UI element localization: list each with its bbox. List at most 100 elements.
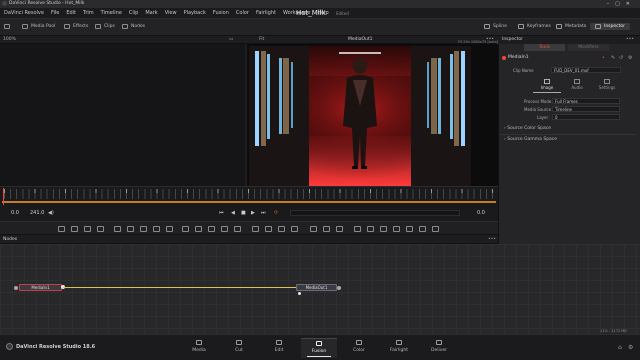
camera-3d-icon[interactable] xyxy=(393,226,400,232)
page-media[interactable]: Media xyxy=(181,338,217,358)
time-ruler[interactable] xyxy=(0,186,498,205)
menu-item-file[interactable]: File xyxy=(51,10,59,16)
menu-item-color[interactable]: Color xyxy=(236,10,249,16)
crop-tool-icon[interactable] xyxy=(234,226,241,232)
page-fusion[interactable]: Fusion xyxy=(301,338,337,358)
inspector-button[interactable]: Inspector xyxy=(590,23,630,30)
nodes-menu-icon[interactable]: ••• xyxy=(488,237,496,242)
section-source-color-space[interactable]: › Source Color Space xyxy=(504,126,551,131)
menu-item-playback[interactable]: Playback xyxy=(184,10,206,16)
page-cut[interactable]: Cut xyxy=(221,338,257,358)
menu-item-fusion[interactable]: Fusion xyxy=(213,10,229,16)
menu-item-davinci[interactable]: DaVinci Resolve xyxy=(4,10,44,16)
color-corrector-icon[interactable] xyxy=(140,226,147,232)
global-end-time[interactable]: 241.0 xyxy=(30,210,44,216)
ellipse-mask-icon[interactable] xyxy=(265,226,272,232)
media-source-select[interactable]: Timeline xyxy=(552,106,620,112)
viewer-options-icon[interactable]: ▭ xyxy=(229,37,233,42)
blur-tool-icon[interactable] xyxy=(127,226,134,232)
menu-item-fairlight[interactable]: Fairlight xyxy=(256,10,276,16)
left-viewer[interactable] xyxy=(0,36,245,186)
text-tool-icon[interactable] xyxy=(84,226,91,232)
inspector-menu-icon[interactable]: ••• xyxy=(626,37,634,42)
zoom-dropdown[interactable]: 100% xyxy=(3,37,16,42)
transform-tool-icon[interactable] xyxy=(195,226,202,232)
playhead[interactable] xyxy=(3,188,4,206)
page-deliver[interactable]: Deliver xyxy=(421,338,457,358)
node-connection[interactable] xyxy=(63,287,296,288)
background-tool-icon[interactable] xyxy=(58,226,65,232)
metadata-button[interactable]: Metadata xyxy=(556,24,586,29)
fit-dropdown[interactable]: Fit xyxy=(259,37,264,42)
media-pool-button[interactable]: Media Pool xyxy=(22,24,55,29)
nodes-button[interactable]: Nodes xyxy=(122,24,145,29)
menu-item-edit[interactable]: Edit xyxy=(66,10,76,16)
current-time[interactable]: 0.0 xyxy=(477,210,485,216)
merge-tool-icon[interactable] xyxy=(182,226,189,232)
render-3d-icon[interactable] xyxy=(419,226,426,232)
expand-button[interactable] xyxy=(4,24,10,29)
matte-tool-icon[interactable] xyxy=(221,226,228,232)
rectangle-mask-icon[interactable] xyxy=(252,226,259,232)
keyframes-button[interactable]: Keyframes xyxy=(518,24,551,29)
fbx-tool-icon[interactable] xyxy=(432,226,439,232)
clips-button[interactable]: Clips xyxy=(95,24,115,29)
3d-shape-icon[interactable] xyxy=(354,226,361,232)
brush-tool-icon[interactable] xyxy=(97,226,104,232)
media-in-input-port[interactable] xyxy=(14,286,18,290)
current-time-track[interactable] xyxy=(290,210,460,216)
menu-item-view[interactable]: View xyxy=(165,10,177,16)
loop-button[interactable]: ⟳ xyxy=(274,210,278,216)
3d-merge-icon[interactable] xyxy=(380,226,387,232)
window-controls[interactable]: –▢✕ xyxy=(607,1,636,7)
light-3d-icon[interactable] xyxy=(406,226,413,232)
effects-button[interactable]: Effects xyxy=(64,24,88,29)
polygon-mask-icon[interactable] xyxy=(278,226,285,232)
shape-tool-icon[interactable] xyxy=(336,226,343,232)
node-media-in[interactable]: MediaIn1 xyxy=(19,284,62,291)
tracker-tool-icon[interactable] xyxy=(310,226,317,232)
page-fairlight[interactable]: Fairlight xyxy=(381,338,417,358)
spline-button[interactable]: Spline xyxy=(484,24,507,29)
pin-icon[interactable]: ✎ xyxy=(611,55,615,61)
go-to-start-button[interactable]: ⏮ xyxy=(219,210,224,216)
media-out-input-port[interactable] xyxy=(298,292,301,295)
menu-item-mark[interactable]: Mark xyxy=(145,10,157,16)
process-mode-select[interactable]: Full Frames xyxy=(552,98,620,104)
media-out-output-port[interactable] xyxy=(337,286,341,290)
menu-item-clip[interactable]: Clip xyxy=(129,10,138,16)
key-tool-icon[interactable] xyxy=(166,226,173,232)
page-edit[interactable]: Edit xyxy=(261,338,297,358)
node-enable-toggle[interactable] xyxy=(502,56,506,60)
volume-icon[interactable]: ◀) xyxy=(48,210,54,216)
project-settings-icon[interactable]: ⚙ xyxy=(628,344,633,351)
play-reverse-button[interactable]: ◀ xyxy=(231,210,235,216)
menu-item-timeline[interactable]: Timeline xyxy=(101,10,122,16)
subtab-audio[interactable]: Audio xyxy=(563,78,591,93)
home-icon[interactable]: ⌂ xyxy=(618,344,622,351)
layer-select[interactable]: 0 xyxy=(552,114,620,120)
section-source-gamma-space[interactable]: › Source Gamma Space xyxy=(504,137,557,142)
bspline-mask-icon[interactable] xyxy=(291,226,298,232)
subtab-image[interactable]: Image xyxy=(533,78,561,93)
go-to-end-button[interactable]: ⏭ xyxy=(261,210,266,216)
color-dot-icon[interactable]: • xyxy=(602,55,605,61)
node-media-out[interactable]: MediaOut1 xyxy=(296,284,337,291)
tab-tools[interactable]: Tools xyxy=(524,44,565,51)
3d-text-icon[interactable] xyxy=(367,226,374,232)
subtab-settings[interactable]: Settings xyxy=(593,78,621,93)
particles-tool-icon[interactable] xyxy=(114,226,121,232)
clip-name-field[interactable]: FUD_DEV_01.mxf xyxy=(551,67,621,73)
reset-icon[interactable]: ↺ xyxy=(619,55,623,61)
warp-tool-icon[interactable] xyxy=(323,226,330,232)
settings-icon[interactable]: ⚙ xyxy=(628,55,632,61)
paint-tool-icon[interactable] xyxy=(71,226,78,232)
stop-button[interactable]: ■ xyxy=(241,210,246,216)
channel-tool-icon[interactable] xyxy=(208,226,215,232)
menu-item-trim[interactable]: Trim xyxy=(83,10,94,16)
render-range-bar[interactable] xyxy=(2,201,496,203)
global-start-time[interactable]: 0.0 xyxy=(11,210,19,216)
page-color[interactable]: Color xyxy=(341,338,377,358)
tab-modifiers[interactable]: Modifiers xyxy=(568,44,609,51)
play-button[interactable]: ▶ xyxy=(251,210,255,216)
